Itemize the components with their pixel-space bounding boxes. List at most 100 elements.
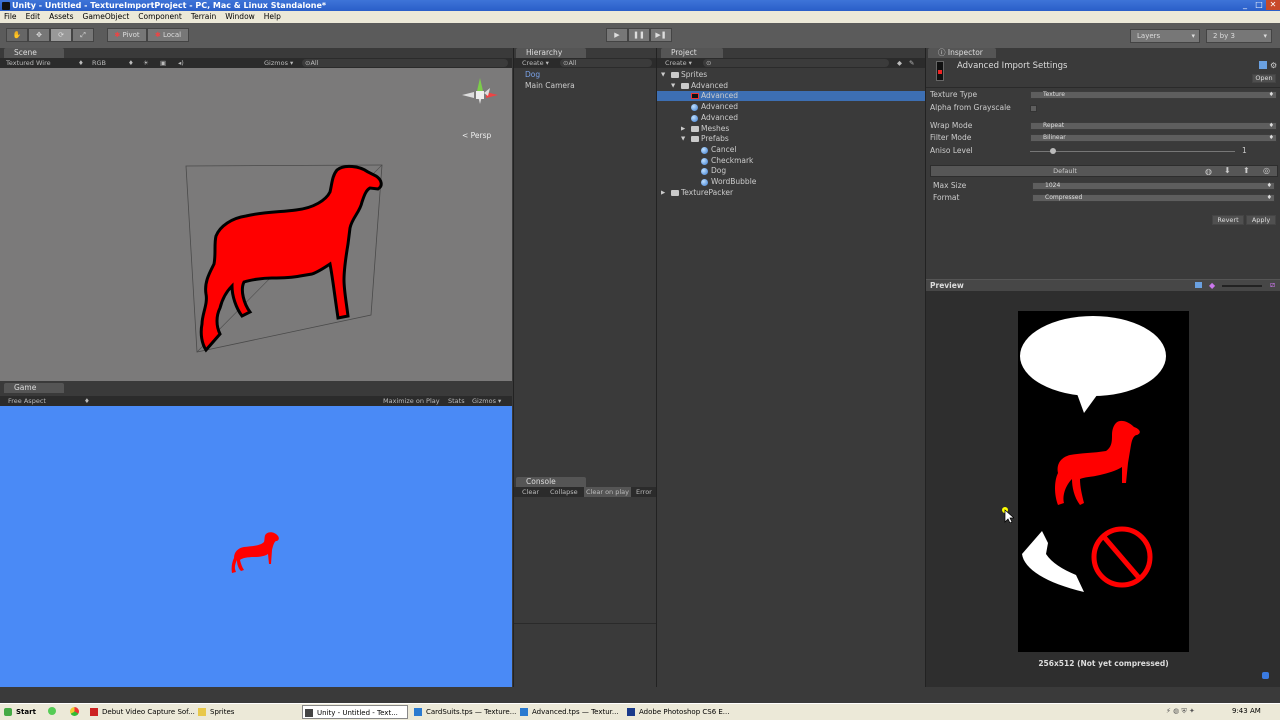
project-tree-item[interactable]: Cancel [657,145,925,155]
menu-item-assets[interactable]: Assets [49,11,73,23]
foldout-arrow-icon[interactable]: ▼ [681,134,685,144]
hierarchy-item-dog[interactable]: Dog [525,70,540,80]
tab-game[interactable]: Game [4,383,64,393]
mobile-platform-icon[interactable]: ⬆ [1243,166,1250,175]
platform-default-tab[interactable]: Default [931,167,1199,175]
menu-item-window[interactable]: Window [225,11,255,23]
menu-item-terrain[interactable]: Terrain [191,11,216,23]
console-clear-button[interactable]: Clear [522,487,539,497]
aniso-level-value[interactable]: 1 [1242,146,1247,155]
project-tree-item[interactable]: ▶ Meshes [657,124,925,134]
project-tree-item[interactable]: WordBubble [657,177,925,187]
foldout-arrow-icon[interactable]: ▶ [681,124,685,134]
texture-type-dropdown[interactable]: Texture ♦ [1030,91,1277,99]
maximize-button[interactable]: □ [1252,0,1266,10]
taskbar-task[interactable]: Debut Video Capture Sof... [88,705,195,719]
tab-inspector[interactable]: ⓘ Inspector [928,48,996,58]
format-dropdown[interactable]: Compressed ♦ [1032,194,1275,202]
scene-view[interactable]: < Persp [0,68,512,381]
scene-orientation-gizmo[interactable] [458,74,502,120]
taskbar-task[interactable]: CardSuits.tps — Texture... [412,705,516,719]
render-mode-dropdown[interactable]: RGB [92,58,106,68]
local-toggle[interactable]: ✱ Local [147,28,189,42]
start-button[interactable]: Start [2,705,36,719]
aniso-level-slider[interactable] [1030,151,1235,152]
open-button[interactable]: Open [1252,74,1276,83]
standalone-platform-icon[interactable]: ⬇ [1224,166,1231,175]
menu-item-edit[interactable]: Edit [26,11,41,23]
console-clear-on-play-toggle[interactable]: Clear on play [584,487,631,497]
alpha-from-grayscale-checkbox[interactable] [1030,105,1037,112]
menu-item-component[interactable]: Component [138,11,182,23]
foldout-arrow-icon[interactable]: ▼ [671,81,675,91]
project-tree-item[interactable]: ▼ Prefabs [657,134,925,144]
help-icon[interactable] [1259,61,1267,69]
flash-platform-icon[interactable]: ◎ [1263,166,1270,175]
console-collapse-toggle[interactable]: Collapse [550,487,578,497]
game-view[interactable] [0,406,512,687]
filter-label-icon[interactable]: ✎ [909,58,914,68]
taskbar-task[interactable]: Adobe Photoshop CS6 E... [625,705,729,719]
web-platform-icon[interactable]: ◍ [1205,167,1212,176]
project-tree-item[interactable]: ▶ TexturePacker [657,188,925,198]
wrap-mode-dropdown[interactable]: Repeat ♦ [1030,122,1277,130]
pivot-toggle[interactable]: ✱ Pivot [107,28,147,42]
quicklaunch-refresh-icon[interactable] [48,707,56,715]
tab-hierarchy[interactable]: Hierarchy [516,48,586,58]
tab-console[interactable]: Console [516,477,586,487]
pause-button[interactable]: ❚❚ [628,28,650,42]
tab-scene[interactable]: Scene [4,48,64,58]
layers-dropdown[interactable]: Layers ▾ [1130,29,1200,43]
maximize-on-play-toggle[interactable]: Maximize on Play [383,396,440,406]
scene-gizmos-dropdown[interactable]: Gizmos ▾ [264,58,293,68]
play-button[interactable]: ▶ [606,28,628,42]
mip-slider[interactable] [1222,285,1262,287]
persp-label[interactable]: < Persp [462,131,491,140]
scale-tool-icon[interactable]: ⤢ [72,28,94,42]
minimize-button[interactable]: _ [1238,0,1252,10]
tab-project[interactable]: Project [661,48,723,58]
project-tree-item[interactable]: Advanced [657,91,925,102]
hierarchy-item-main-camera[interactable]: Main Camera [525,81,575,91]
taskbar-task[interactable]: Sprites [196,705,298,719]
menu-item-gameobject[interactable]: GameObject [83,11,130,23]
aspect-dropdown[interactable]: Free Aspect [8,396,46,406]
filter-type-icon[interactable]: ◆ [897,58,902,68]
stats-toggle[interactable]: Stats [448,396,465,406]
rgb-channel-icon[interactable] [1195,282,1202,288]
chrome-icon[interactable] [70,707,79,716]
scene-search-input[interactable]: ⊙All [302,59,508,67]
project-create-dropdown[interactable]: Create ▾ [665,58,692,68]
audio-toggle-icon[interactable]: ◂) [178,58,184,68]
step-button[interactable]: ▶❚ [650,28,672,42]
alpha-channel-icon[interactable]: ◆ [1209,281,1215,290]
hierarchy-search-input[interactable]: ⊙All [560,59,652,67]
aniso-level-slider-thumb[interactable] [1049,148,1056,154]
filter-mode-dropdown[interactable]: Bilinear ♦ [1030,134,1277,142]
project-tree-item[interactable]: ▼ Sprites [657,70,925,80]
project-search-input[interactable]: ⊙ [703,59,889,67]
console-error-toggle[interactable]: Error [636,487,652,497]
move-tool-icon[interactable]: ✥ [28,28,50,42]
project-tree-item[interactable]: Dog [657,166,925,176]
image-toggle-icon[interactable]: ▣ [160,58,166,68]
project-tree-item[interactable]: Advanced [657,102,925,112]
lighting-toggle-icon[interactable]: ☀ [143,58,149,68]
apply-button[interactable]: Apply [1246,215,1276,225]
project-tree-item[interactable]: ▼ Advanced [657,81,925,91]
shading-mode-dropdown[interactable]: Textured Wire [6,58,51,68]
hierarchy-create-dropdown[interactable]: Create ▾ [522,58,549,68]
foldout-arrow-icon[interactable]: ▶ [661,188,665,198]
mip-level-icon[interactable]: ⧄ [1270,280,1275,290]
taskbar-task[interactable]: Unity - Untitled - Text... [302,705,408,719]
taskbar-task[interactable]: Advanced.tps — Textur... [518,705,620,719]
close-button[interactable]: ✕ [1266,0,1280,10]
menu-item-file[interactable]: File [4,11,17,23]
rotate-tool-icon[interactable]: ⟳ [50,28,72,42]
max-size-dropdown[interactable]: 1024 ♦ [1032,182,1275,190]
game-gizmos-dropdown[interactable]: Gizmos ▾ [472,396,501,406]
project-tree-item[interactable]: Advanced [657,113,925,123]
hand-tool-icon[interactable]: ✋ [6,28,28,42]
settings-gear-icon[interactable]: ⚙ [1270,61,1277,70]
revert-button[interactable]: Revert [1212,215,1244,225]
